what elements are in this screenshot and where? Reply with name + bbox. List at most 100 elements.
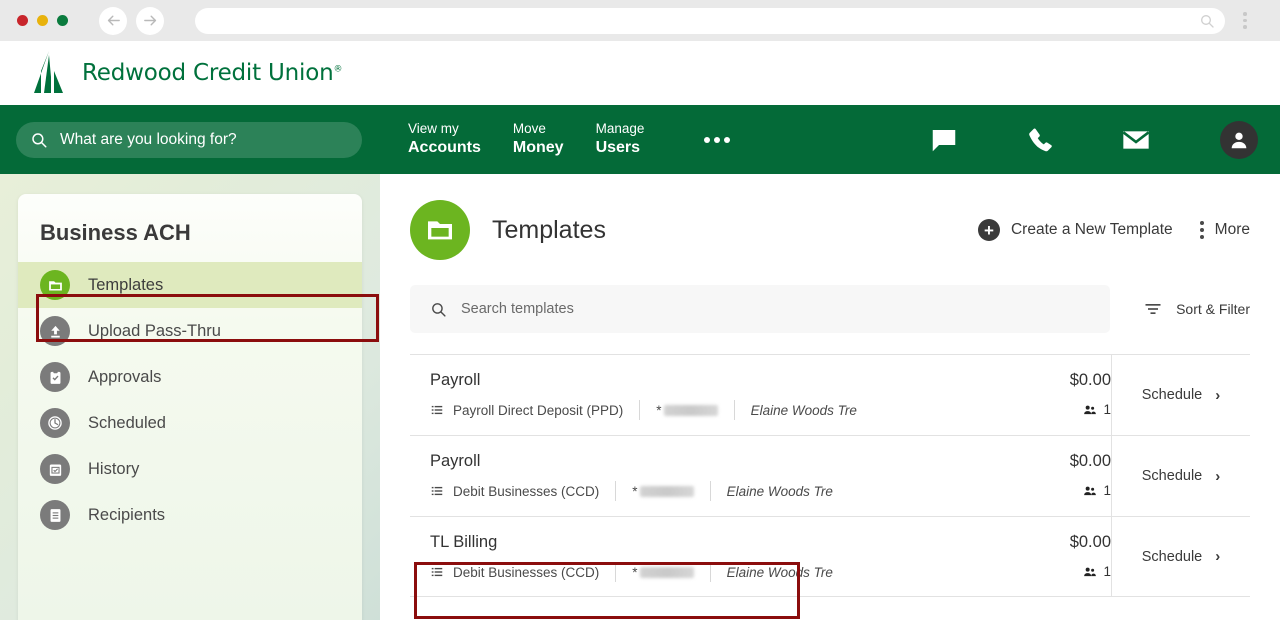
meta-divider (615, 481, 617, 501)
sidebar-item-recipients[interactable]: Recipients (18, 492, 362, 538)
table-row[interactable]: TL Billing Debit Businesses (CCD) * Elai… (410, 516, 1250, 597)
chevron-right-icon: › (1215, 548, 1221, 565)
schedule-label: Schedule (1141, 468, 1203, 484)
clipboard-check-icon (40, 362, 70, 392)
browser-menu-icon[interactable] (1243, 12, 1247, 29)
schedule-action[interactable]: Schedule › (1112, 436, 1250, 516)
people-icon (1084, 405, 1097, 414)
sidebar-item-scheduled[interactable]: Scheduled (18, 400, 362, 446)
template-name: TL Billing (430, 533, 498, 551)
mail-button[interactable] (1088, 124, 1184, 156)
global-search-input[interactable]: What are you looking for? (16, 121, 362, 158)
sidebar-item-templates[interactable]: Templates (18, 262, 362, 308)
meta-divider (615, 562, 617, 582)
nav-link-users[interactable]: Manage Users (596, 121, 677, 158)
people-icon (1084, 486, 1097, 495)
account-mask-star: * (632, 483, 638, 499)
forward-arrow-icon (143, 15, 156, 26)
page-title: Templates (492, 215, 606, 244)
more-label: More (1214, 221, 1250, 238)
sidebar-menu: Templates Upload Pass-Thru Approvals Sch… (18, 262, 362, 538)
brand-logo[interactable]: Redwood Credit Union® (30, 49, 343, 97)
table-row[interactable]: Payroll Payroll Direct Deposit (PPD) * E… (410, 354, 1250, 435)
back-arrow-icon (107, 15, 120, 26)
search-templates-input[interactable]: Search templates (410, 285, 1110, 333)
template-info: Payroll Payroll Direct Deposit (PPD) * E… (410, 355, 1000, 435)
template-meta: Debit Businesses (CCD) * Elaine Woods Tr… (430, 562, 1000, 582)
recipients-count: 1 (1103, 402, 1111, 417)
template-amount: $0.00 (1069, 533, 1111, 551)
plus-circle-icon: + (977, 219, 1000, 241)
create-new-template-label: Create a New Template (1010, 221, 1173, 238)
template-type: Debit Businesses (CCD) (430, 565, 599, 580)
template-account: * (632, 564, 694, 580)
forward-button[interactable] (136, 6, 164, 35)
minimize-window-button[interactable] (37, 15, 48, 26)
sidebar: Business ACH Templates Upload Pass-Thru (18, 194, 379, 620)
templates-list: Payroll Payroll Direct Deposit (PPD) * E… (380, 354, 1280, 597)
nav-icon-group (896, 120, 1258, 159)
template-owner: Elaine Woods Tre (726, 564, 833, 580)
browser-nav-buttons (99, 6, 164, 35)
schedule-label: Schedule (1141, 387, 1203, 403)
chevron-right-icon: › (1215, 386, 1221, 404)
folder-icon (410, 200, 470, 260)
user-avatar-icon (1231, 132, 1247, 148)
ellipsis-icon[interactable] (704, 136, 731, 143)
user-avatar[interactable] (1220, 120, 1258, 159)
sidebar-item-scheduled-label: Scheduled (88, 413, 166, 432)
template-info: TL Billing Debit Businesses (CCD) * Elai… (410, 517, 1000, 596)
sort-and-filter-button[interactable]: Sort & Filter (1143, 299, 1250, 319)
mail-icon (1122, 130, 1150, 149)
create-new-template-button[interactable]: + Create a New Template (977, 219, 1173, 241)
nav-link-users-line2: Users (595, 138, 641, 156)
more-button[interactable]: More (1199, 221, 1250, 239)
nav-link-accounts-line2: Accounts (408, 138, 481, 156)
nav-links: View my Accounts Move Money Manage Users (408, 121, 676, 158)
template-amount-col: $0.00 1 (1000, 355, 1112, 435)
primary-navigation: What are you looking for? View my Accoun… (0, 105, 1280, 174)
template-account: * (632, 483, 694, 499)
chevron-right-icon: › (1215, 467, 1221, 485)
nav-link-accounts[interactable]: View my Accounts (408, 121, 513, 158)
search-templates-placeholder: Search templates (461, 301, 574, 317)
account-number-redacted (639, 485, 694, 497)
list-icon (431, 567, 443, 577)
bank-header: Redwood Credit Union® (0, 41, 1280, 105)
sidebar-item-upload-pass-thru[interactable]: Upload Pass-Thru (18, 308, 362, 354)
schedule-label: Schedule (1141, 548, 1203, 565)
sidebar-item-history[interactable]: History (18, 446, 362, 492)
table-row[interactable]: Payroll Debit Businesses (CCD) * Elaine … (410, 435, 1250, 516)
account-number-redacted (639, 566, 694, 578)
nav-link-money[interactable]: Move Money (513, 121, 596, 158)
sidebar-item-recipients-label: Recipients (88, 505, 166, 524)
browser-chrome (0, 0, 1280, 41)
upload-icon (40, 316, 70, 346)
phone-button[interactable] (992, 126, 1088, 154)
sidebar-item-templates-label: Templates (88, 275, 164, 294)
people-icon (1084, 567, 1097, 576)
template-type-label: Payroll Direct Deposit (PPD) (453, 402, 624, 418)
browser-url-bar[interactable] (195, 7, 1225, 34)
sidebar-item-approvals[interactable]: Approvals (18, 354, 362, 400)
schedule-action[interactable]: Schedule › (1112, 355, 1250, 435)
template-type: Debit Businesses (CCD) (430, 484, 599, 499)
chat-button[interactable] (896, 125, 992, 155)
close-window-button[interactable] (17, 15, 28, 26)
schedule-action[interactable]: Schedule › (1112, 517, 1250, 596)
folder-icon (40, 270, 70, 300)
template-amount: $0.00 (1069, 371, 1111, 389)
maximize-window-button[interactable] (57, 15, 68, 26)
nav-link-money-line1: Move (512, 121, 546, 137)
template-name: Payroll (430, 371, 481, 389)
app-root: Redwood Credit Union® What are you looki… (0, 0, 1280, 620)
page-header: Templates + Create a New Template More (380, 174, 1280, 260)
header-actions: + Create a New Template More (977, 219, 1250, 241)
list-document-icon (40, 500, 70, 530)
template-info: Payroll Debit Businesses (CCD) * Elaine … (410, 436, 1000, 516)
back-button[interactable] (99, 6, 127, 35)
account-mask-star: * (632, 564, 638, 580)
template-name: Payroll (430, 452, 481, 470)
template-type-label: Debit Businesses (CCD) (453, 483, 600, 499)
search-row: Search templates Sort & Filter (380, 285, 1280, 333)
